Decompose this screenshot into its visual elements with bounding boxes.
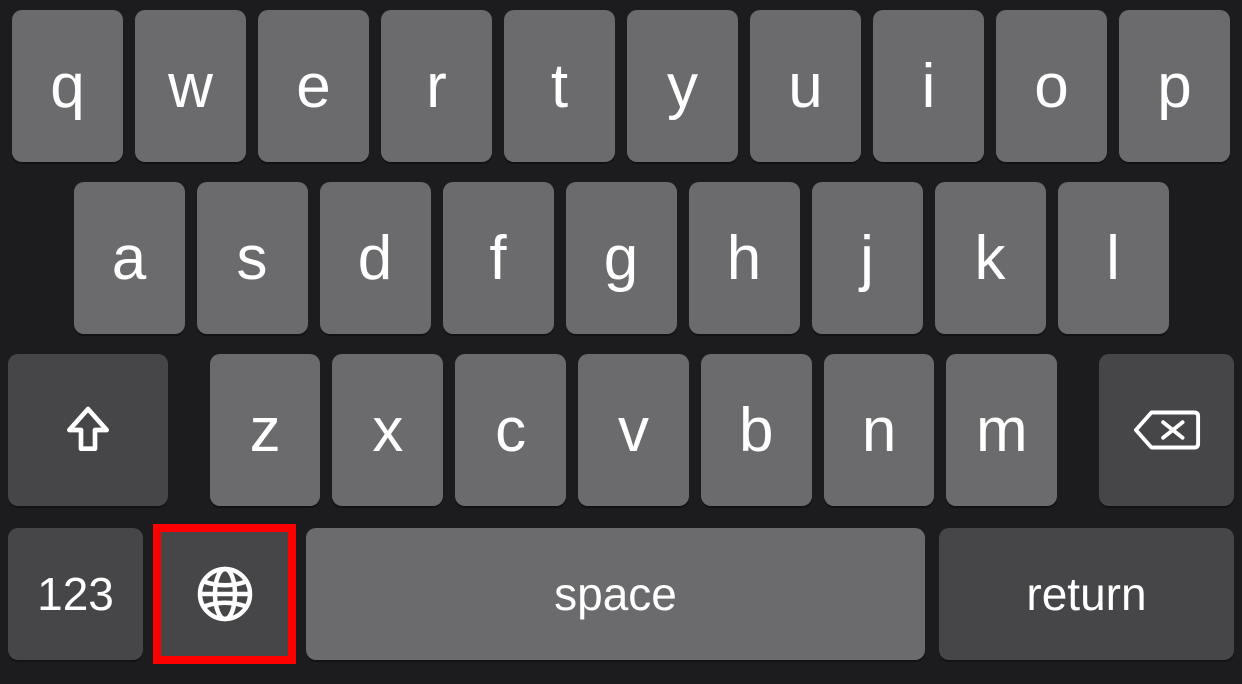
key-s[interactable]: s <box>197 182 308 334</box>
key-m[interactable]: m <box>946 354 1057 506</box>
key-x[interactable]: x <box>332 354 443 506</box>
key-i[interactable]: i <box>873 10 984 162</box>
key-b[interactable]: b <box>701 354 812 506</box>
key-v[interactable]: v <box>578 354 689 506</box>
spacer <box>180 354 198 506</box>
key-h[interactable]: h <box>689 182 800 334</box>
keyboard-row-4: 123 space return <box>8 528 1234 660</box>
key-o[interactable]: o <box>996 10 1107 162</box>
key-g[interactable]: g <box>566 182 677 334</box>
key-k[interactable]: k <box>935 182 1046 334</box>
backspace-icon <box>1132 406 1202 454</box>
key-r[interactable]: r <box>381 10 492 162</box>
spacer <box>1069 354 1087 506</box>
keyboard-row-2: a s d f g h j k l <box>8 182 1234 334</box>
space-key[interactable]: space <box>306 528 925 660</box>
backspace-key[interactable] <box>1099 354 1234 506</box>
key-a[interactable]: a <box>74 182 185 334</box>
key-z[interactable]: z <box>210 354 321 506</box>
key-q[interactable]: q <box>12 10 123 162</box>
key-u[interactable]: u <box>750 10 861 162</box>
key-t[interactable]: t <box>504 10 615 162</box>
keyboard-row-1: q w e r t y u i o p <box>8 10 1234 162</box>
key-j[interactable]: j <box>812 182 923 334</box>
key-w[interactable]: w <box>135 10 246 162</box>
shift-key[interactable] <box>8 354 168 506</box>
keyboard: q w e r t y u i o p a s d f g h j k l z … <box>0 0 1242 684</box>
return-key[interactable]: return <box>939 528 1234 660</box>
shift-icon <box>60 402 116 458</box>
globe-key[interactable] <box>157 528 292 660</box>
key-l[interactable]: l <box>1058 182 1169 334</box>
globe-icon <box>195 564 255 624</box>
key-e[interactable]: e <box>258 10 369 162</box>
key-y[interactable]: y <box>627 10 738 162</box>
keyboard-row-3: z x c v b n m <box>8 354 1234 506</box>
key-p[interactable]: p <box>1119 10 1230 162</box>
key-n[interactable]: n <box>824 354 935 506</box>
numbers-key[interactable]: 123 <box>8 528 143 660</box>
key-d[interactable]: d <box>320 182 431 334</box>
key-f[interactable]: f <box>443 182 554 334</box>
key-c[interactable]: c <box>455 354 566 506</box>
